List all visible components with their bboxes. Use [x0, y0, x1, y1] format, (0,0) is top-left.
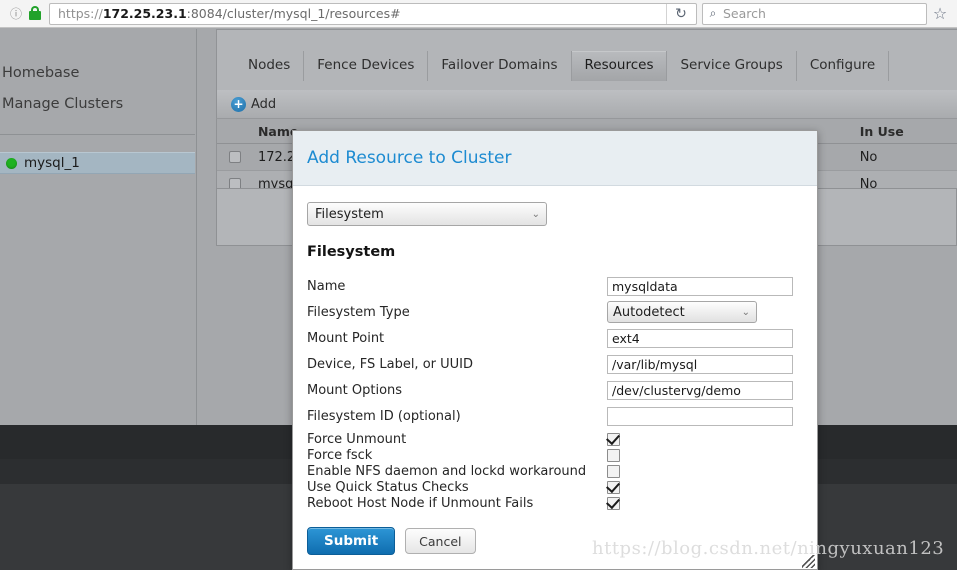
- url-scheme: https://: [58, 6, 103, 21]
- row-checkbox[interactable]: [217, 151, 254, 163]
- tab-fence-devices[interactable]: Fence Devices: [304, 51, 429, 81]
- tab-failover-domains[interactable]: Failover Domains: [428, 51, 572, 81]
- url-text: https://172.25.23.1:8084/cluster/mysql_1…: [50, 6, 401, 21]
- search-placeholder: Search: [723, 6, 766, 21]
- checkbox-row-force-fsck[interactable]: Force fsck: [307, 447, 803, 463]
- field-row-name: Name: [307, 273, 803, 299]
- address-bar[interactable]: https://172.25.23.1:8084/cluster/mysql_1…: [49, 2, 697, 25]
- mount-options-input[interactable]: [607, 380, 793, 400]
- sidebar-item-manage-clusters[interactable]: Manage Clusters: [0, 96, 123, 112]
- field-row-filesystem-id: Filesystem ID (optional): [307, 403, 803, 429]
- checkbox-row-force-unmount[interactable]: Force Unmount: [307, 431, 803, 447]
- options-checkbox-group: Force Unmount Force fsck Enable NFS daem…: [307, 431, 803, 511]
- add-button-label: Add: [251, 96, 277, 112]
- label-mount-options: Mount Options: [307, 382, 403, 398]
- resource-type-select[interactable]: Filesystem ⌄: [307, 202, 547, 226]
- url-host: 172.25.23.1: [102, 6, 187, 21]
- add-resource-button[interactable]: + Add: [231, 96, 277, 112]
- label-name: Name: [307, 278, 346, 294]
- sidebar-item-homebase[interactable]: Homebase: [0, 65, 79, 81]
- checkbox-row-nfs-workaround[interactable]: Enable NFS daemon and lockd workaround: [307, 463, 803, 479]
- dialog-title: Add Resource to Cluster: [307, 148, 512, 168]
- cancel-button[interactable]: Cancel: [405, 528, 476, 554]
- dialog-header: Add Resource to Cluster: [293, 131, 817, 186]
- filesystem-id-input[interactable]: [607, 406, 793, 426]
- label-filesystem-id: Filesystem ID (optional): [307, 408, 461, 424]
- search-input[interactable]: ⌕ Search: [702, 2, 927, 25]
- browser-toolbar: ⓘ https://172.25.23.1:8084/cluster/mysql…: [0, 0, 957, 28]
- section-title: Filesystem: [307, 244, 396, 260]
- label-force-fsck: Force fsck: [307, 447, 373, 463]
- plus-icon: +: [231, 96, 246, 112]
- label-reboot-host-node: Reboot Host Node if Unmount Fails: [307, 495, 534, 511]
- sidebar-item-cluster-mysql-1[interactable]: mysql_1: [0, 152, 195, 174]
- sidebar: Homebase Manage Clusters mysql_1: [0, 29, 197, 425]
- label-quick-status-checks: Use Quick Status Checks: [307, 479, 469, 495]
- label-force-unmount: Force Unmount: [307, 431, 407, 447]
- resources-toolbar: + Add: [216, 90, 957, 119]
- reload-icon[interactable]: ↻: [666, 3, 695, 24]
- tab-bar: Nodes Fence Devices Failover Domains Res…: [216, 29, 957, 90]
- label-filesystem-type: Filesystem Type: [307, 304, 410, 320]
- filesystem-form: Name Filesystem Type Autodetect ⌄ Mount …: [307, 273, 803, 429]
- lock-icon[interactable]: [28, 6, 42, 21]
- device-input[interactable]: [607, 354, 793, 374]
- label-mount-point: Mount Point: [307, 330, 385, 346]
- force-fsck-checkbox[interactable]: [607, 448, 620, 462]
- mount-point-input[interactable]: [607, 328, 793, 348]
- sidebar-divider: [0, 134, 195, 135]
- quick-status-checkbox[interactable]: [607, 480, 620, 494]
- chevron-down-icon: ⌄: [531, 208, 540, 220]
- field-row-mount-options: Mount Options: [307, 377, 803, 403]
- chevron-down-icon: ⌄: [741, 306, 750, 318]
- watermark: https://blog.csdn.net/ningyuxuan123: [592, 538, 945, 559]
- status-online-icon: [6, 157, 17, 169]
- nfs-workaround-checkbox[interactable]: [607, 464, 620, 478]
- tab-nodes[interactable]: Nodes: [235, 51, 305, 81]
- checkbox-row-quick-status[interactable]: Use Quick Status Checks: [307, 479, 803, 495]
- tab-configure[interactable]: Configure: [797, 51, 890, 81]
- row-in-use: No: [859, 149, 878, 165]
- field-row-device: Device, FS Label, or UUID: [307, 351, 803, 377]
- label-nfs-workaround: Enable NFS daemon and lockd workaround: [307, 463, 587, 479]
- filesystem-type-select[interactable]: Autodetect ⌄: [607, 301, 757, 323]
- field-row-filesystem-type: Filesystem Type Autodetect ⌄: [307, 299, 803, 325]
- page-info-icon[interactable]: ⓘ: [8, 6, 24, 22]
- reboot-host-checkbox[interactable]: [607, 496, 620, 510]
- checkbox-row-reboot-host[interactable]: Reboot Host Node if Unmount Fails: [307, 495, 803, 511]
- add-resource-dialog: Add Resource to Cluster Filesystem ⌄ Fil…: [292, 130, 818, 570]
- url-path: :8084/cluster/mysql_1/resources#: [186, 6, 401, 21]
- tab-resources[interactable]: Resources: [571, 51, 668, 81]
- bookmark-star-icon[interactable]: ☆: [927, 4, 953, 23]
- search-icon: ⌕: [709, 6, 717, 20]
- cluster-label: mysql_1: [24, 155, 80, 171]
- name-input[interactable]: [607, 276, 793, 296]
- force-unmount-checkbox[interactable]: [607, 432, 620, 446]
- resource-type-value: Filesystem: [315, 206, 384, 222]
- filesystem-type-value: Autodetect: [613, 304, 685, 320]
- tab-service-groups[interactable]: Service Groups: [667, 51, 797, 81]
- label-device-fs-label-uuid: Device, FS Label, or UUID: [307, 356, 473, 372]
- submit-button[interactable]: Submit: [307, 527, 396, 555]
- header-in-use: In Use: [859, 123, 904, 139]
- dialog-body: Filesystem ⌄ Filesystem Name Filesystem …: [293, 186, 817, 511]
- field-row-mount-point: Mount Point: [307, 325, 803, 351]
- screen: ⓘ https://172.25.23.1:8084/cluster/mysql…: [0, 0, 957, 570]
